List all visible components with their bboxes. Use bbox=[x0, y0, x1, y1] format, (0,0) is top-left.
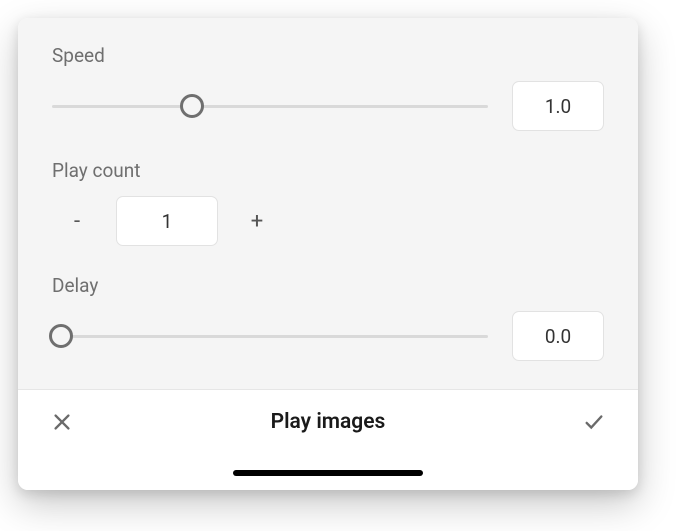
delay-value-input[interactable]: 0.0 bbox=[512, 311, 604, 361]
speed-label: Speed bbox=[52, 44, 604, 67]
settings-sheet: Speed 1.0 Play count - 1 + Delay bbox=[18, 18, 638, 490]
check-icon bbox=[583, 411, 605, 433]
delay-row: 0.0 bbox=[52, 311, 604, 361]
delay-slider-thumb[interactable] bbox=[49, 324, 73, 348]
play-count-stepper: - 1 + bbox=[52, 196, 604, 246]
play-count-value-input[interactable]: 1 bbox=[116, 196, 218, 246]
play-count-group: Play count - 1 + bbox=[52, 159, 604, 246]
confirm-button[interactable] bbox=[580, 408, 608, 436]
speed-track bbox=[52, 105, 488, 108]
speed-group: Speed 1.0 bbox=[52, 44, 604, 131]
footer-title: Play images bbox=[271, 410, 386, 434]
speed-slider[interactable] bbox=[52, 93, 488, 119]
delay-label: Delay bbox=[52, 274, 604, 297]
home-indicator[interactable] bbox=[233, 470, 423, 476]
speed-value-input[interactable]: 1.0 bbox=[512, 81, 604, 131]
home-indicator-area bbox=[18, 446, 638, 490]
decrement-button[interactable]: - bbox=[66, 209, 88, 234]
cancel-button[interactable] bbox=[48, 408, 76, 436]
play-count-label: Play count bbox=[52, 159, 604, 182]
delay-slider[interactable] bbox=[52, 323, 488, 349]
delay-track bbox=[52, 335, 488, 338]
close-icon bbox=[51, 411, 73, 433]
speed-row: 1.0 bbox=[52, 81, 604, 131]
controls-area: Speed 1.0 Play count - 1 + Delay bbox=[18, 18, 638, 389]
increment-button[interactable]: + bbox=[246, 209, 268, 234]
speed-slider-thumb[interactable] bbox=[180, 94, 204, 118]
delay-group: Delay 0.0 bbox=[52, 274, 604, 361]
footer-bar: Play images bbox=[18, 389, 638, 446]
